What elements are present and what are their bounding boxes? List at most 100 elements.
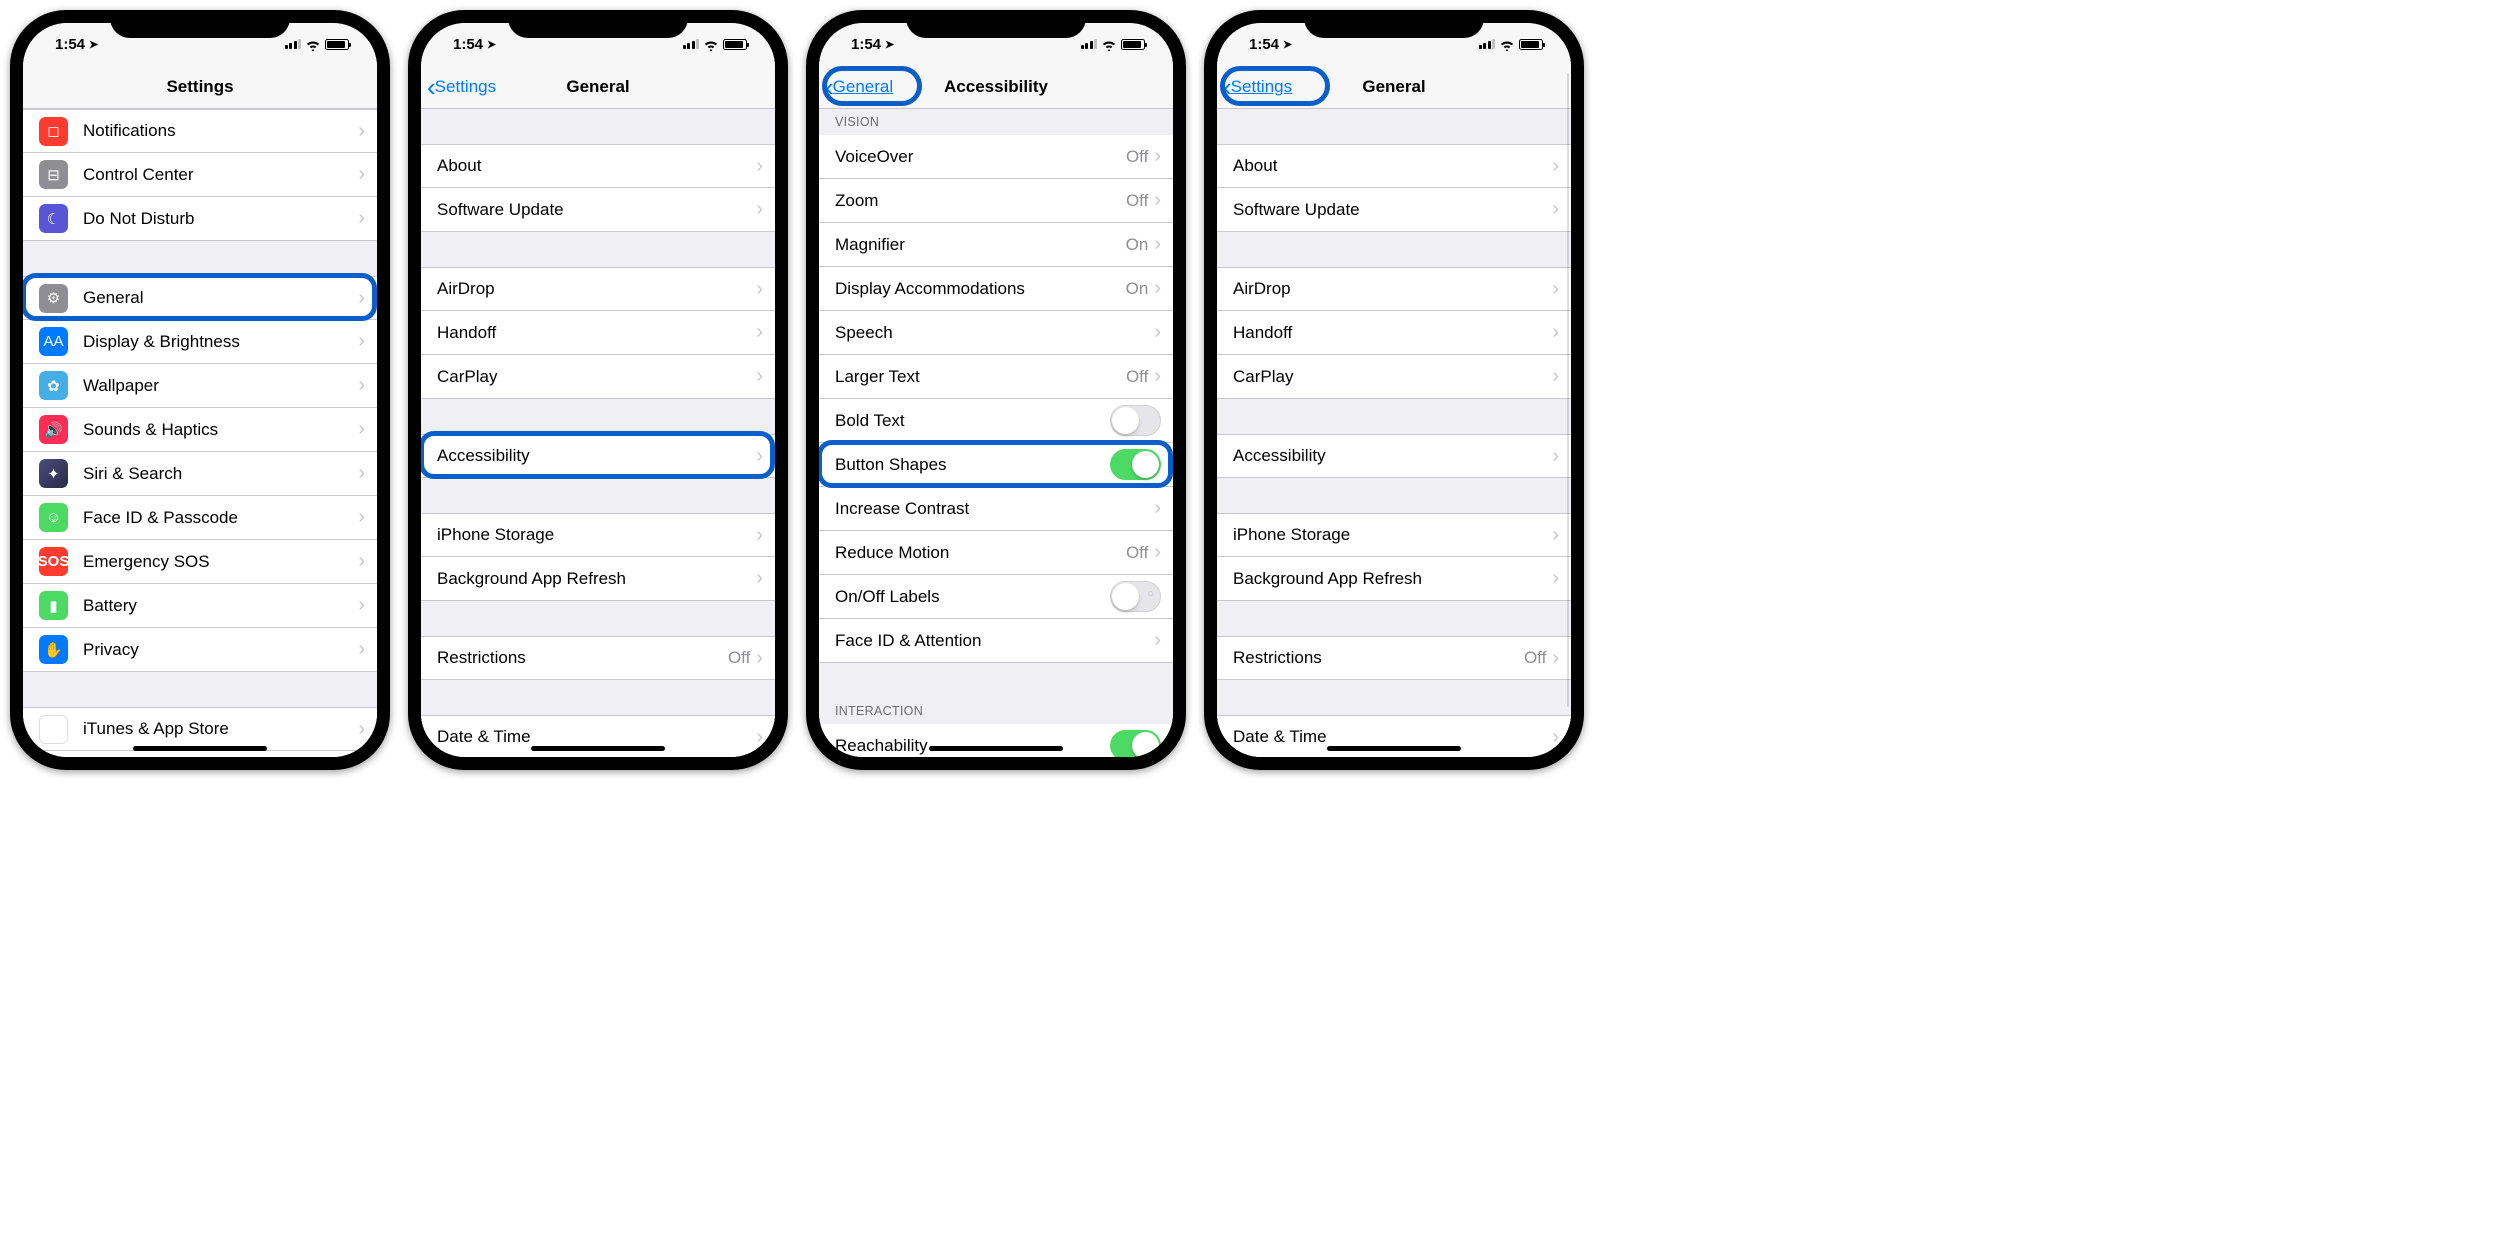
- cell-label: Notifications: [83, 121, 358, 141]
- content-area[interactable]: About› Software Update› AirDrop› Handoff…: [421, 109, 775, 757]
- cell-iphone-storage[interactable]: iPhone Storage›: [1217, 513, 1571, 557]
- cell-handoff[interactable]: Handoff›: [421, 311, 775, 355]
- cell-airdrop[interactable]: AirDrop›: [1217, 267, 1571, 311]
- ic-dnd-icon: ☾: [39, 204, 68, 233]
- chevron-icon: ›: [358, 287, 365, 310]
- cell-face-id-attention[interactable]: Face ID & Attention›: [819, 619, 1173, 663]
- cell-battery[interactable]: ▮Battery›: [23, 584, 377, 628]
- cell-software-update[interactable]: Software Update›: [1217, 188, 1571, 232]
- cell-display-accommodations[interactable]: Display AccommodationsOn›: [819, 267, 1173, 311]
- cell-wallet-apple-pay[interactable]: ▬Wallet & Apple Pay›: [23, 751, 377, 757]
- chevron-icon: ›: [1552, 155, 1559, 178]
- back-label: Settings: [435, 77, 496, 97]
- toggle-switch[interactable]: [1110, 581, 1161, 612]
- cell-button-shapes[interactable]: Button Shapes: [819, 443, 1173, 487]
- cell-label: Accessibility: [437, 446, 756, 466]
- cell-general[interactable]: ⚙General›: [23, 276, 377, 320]
- cell-sounds-haptics[interactable]: 🔊Sounds & Haptics›: [23, 408, 377, 452]
- chevron-icon: ›: [1552, 278, 1559, 301]
- toggle-switch[interactable]: [1110, 449, 1161, 480]
- cell-background-app-refresh[interactable]: Background App Refresh›: [421, 557, 775, 601]
- cell-restrictions[interactable]: RestrictionsOff›: [421, 636, 775, 680]
- notch: [110, 10, 290, 38]
- cell-reduce-motion[interactable]: Reduce MotionOff›: [819, 531, 1173, 575]
- cell-label: About: [1233, 156, 1552, 176]
- cell-label: Siri & Search: [83, 464, 358, 484]
- chevron-icon: ›: [756, 365, 763, 388]
- cell-do-not-disturb[interactable]: ☾Do Not Disturb›: [23, 197, 377, 241]
- cell-handoff[interactable]: Handoff›: [1217, 311, 1571, 355]
- chevron-icon: ›: [1154, 189, 1161, 212]
- cell-carplay[interactable]: CarPlay›: [421, 355, 775, 399]
- cell-detail: Off: [728, 648, 750, 668]
- ic-notif-icon: ◻: [39, 117, 68, 146]
- chevron-icon: ›: [358, 374, 365, 397]
- cell-larger-text[interactable]: Larger TextOff›: [819, 355, 1173, 399]
- cell-control-center[interactable]: ⊟Control Center›: [23, 153, 377, 197]
- chevron-icon: ›: [756, 155, 763, 178]
- cell-airdrop[interactable]: AirDrop›: [421, 267, 775, 311]
- ic-priv-icon: ✋: [39, 635, 68, 664]
- content-area[interactable]: ◻Notifications› ⊟Control Center› ☾Do Not…: [23, 109, 377, 757]
- chevron-icon: ›: [358, 120, 365, 143]
- home-indicator[interactable]: [133, 746, 267, 751]
- cell-label: Accessibility: [1233, 446, 1552, 466]
- cell-display-brightness[interactable]: AADisplay & Brightness›: [23, 320, 377, 364]
- cell-speech[interactable]: Speech›: [819, 311, 1173, 355]
- cell-label: General: [83, 288, 358, 308]
- toggle-switch[interactable]: [1110, 405, 1161, 436]
- content-area[interactable]: Vision VoiceOverOff› ZoomOff› MagnifierO…: [819, 109, 1173, 757]
- cell-itunes-app-store[interactable]: AiTunes & App Store›: [23, 707, 377, 751]
- back-button[interactable]: ‹General: [819, 74, 893, 100]
- signal-icon: [1479, 39, 1496, 49]
- cell-bold-text[interactable]: Bold Text: [819, 399, 1173, 443]
- cell-privacy[interactable]: ✋Privacy›: [23, 628, 377, 672]
- toggle-switch[interactable]: [1110, 730, 1161, 757]
- wifi-icon: [1101, 38, 1117, 50]
- screen: 1:54➤ Settings ◻Notifications› ⊟Control …: [23, 23, 377, 757]
- ic-itunes-icon: A: [39, 715, 68, 744]
- chevron-icon: ›: [358, 594, 365, 617]
- cell-software-update[interactable]: Software Update›: [421, 188, 775, 232]
- home-indicator[interactable]: [929, 746, 1063, 751]
- screen: 1:54➤ ‹GeneralAccessibility Vision Voice…: [819, 23, 1173, 757]
- cell-label: Handoff: [1233, 323, 1552, 343]
- signal-icon: [683, 39, 700, 49]
- section-header: Interaction: [819, 698, 1173, 724]
- back-button[interactable]: ‹Settings: [1217, 74, 1292, 100]
- back-button[interactable]: ‹Settings: [421, 74, 496, 100]
- chevron-icon: ›: [358, 163, 365, 186]
- cell-carplay[interactable]: CarPlay›: [1217, 355, 1571, 399]
- cell-label: Restrictions: [1233, 648, 1524, 668]
- scrollbar[interactable]: [1567, 109, 1570, 707]
- content-area[interactable]: About› Software Update› AirDrop› Handoff…: [1217, 109, 1571, 757]
- cell-about[interactable]: About›: [1217, 144, 1571, 188]
- home-indicator[interactable]: [531, 746, 665, 751]
- cell-reachability[interactable]: Reachability: [819, 724, 1173, 757]
- cell-accessibility[interactable]: Accessibility›: [421, 434, 775, 478]
- cell-voiceover[interactable]: VoiceOverOff›: [819, 135, 1173, 179]
- cell-background-app-refresh[interactable]: Background App Refresh›: [1217, 557, 1571, 601]
- cell-about[interactable]: About›: [421, 144, 775, 188]
- cell-iphone-storage[interactable]: iPhone Storage›: [421, 513, 775, 557]
- phone-frame-0: 1:54➤ Settings ◻Notifications› ⊟Control …: [10, 10, 390, 770]
- chevron-icon: ›: [358, 418, 365, 441]
- cell-label: Battery: [83, 596, 358, 616]
- cell-magnifier[interactable]: MagnifierOn›: [819, 223, 1173, 267]
- cell-accessibility[interactable]: Accessibility›: [1217, 434, 1571, 478]
- cell-siri-search[interactable]: ✦Siri & Search›: [23, 452, 377, 496]
- cell-notifications[interactable]: ◻ Notifications›: [23, 109, 377, 153]
- cell-wallpaper[interactable]: ✿Wallpaper›: [23, 364, 377, 408]
- cell-emergency-sos[interactable]: SOSEmergency SOS›: [23, 540, 377, 584]
- chevron-icon: ›: [1552, 365, 1559, 388]
- nav-bar: ‹SettingsGeneral: [1217, 65, 1571, 109]
- cell-zoom[interactable]: ZoomOff›: [819, 179, 1173, 223]
- cell-label: iPhone Storage: [1233, 525, 1552, 545]
- ic-disp-icon: AA: [39, 327, 68, 356]
- cell-on-off-labels[interactable]: On/Off Labels: [819, 575, 1173, 619]
- chevron-icon: ›: [756, 524, 763, 547]
- home-indicator[interactable]: [1327, 746, 1461, 751]
- cell-face-id-passcode[interactable]: ☺Face ID & Passcode›: [23, 496, 377, 540]
- cell-restrictions[interactable]: RestrictionsOff›: [1217, 636, 1571, 680]
- cell-increase-contrast[interactable]: Increase Contrast›: [819, 487, 1173, 531]
